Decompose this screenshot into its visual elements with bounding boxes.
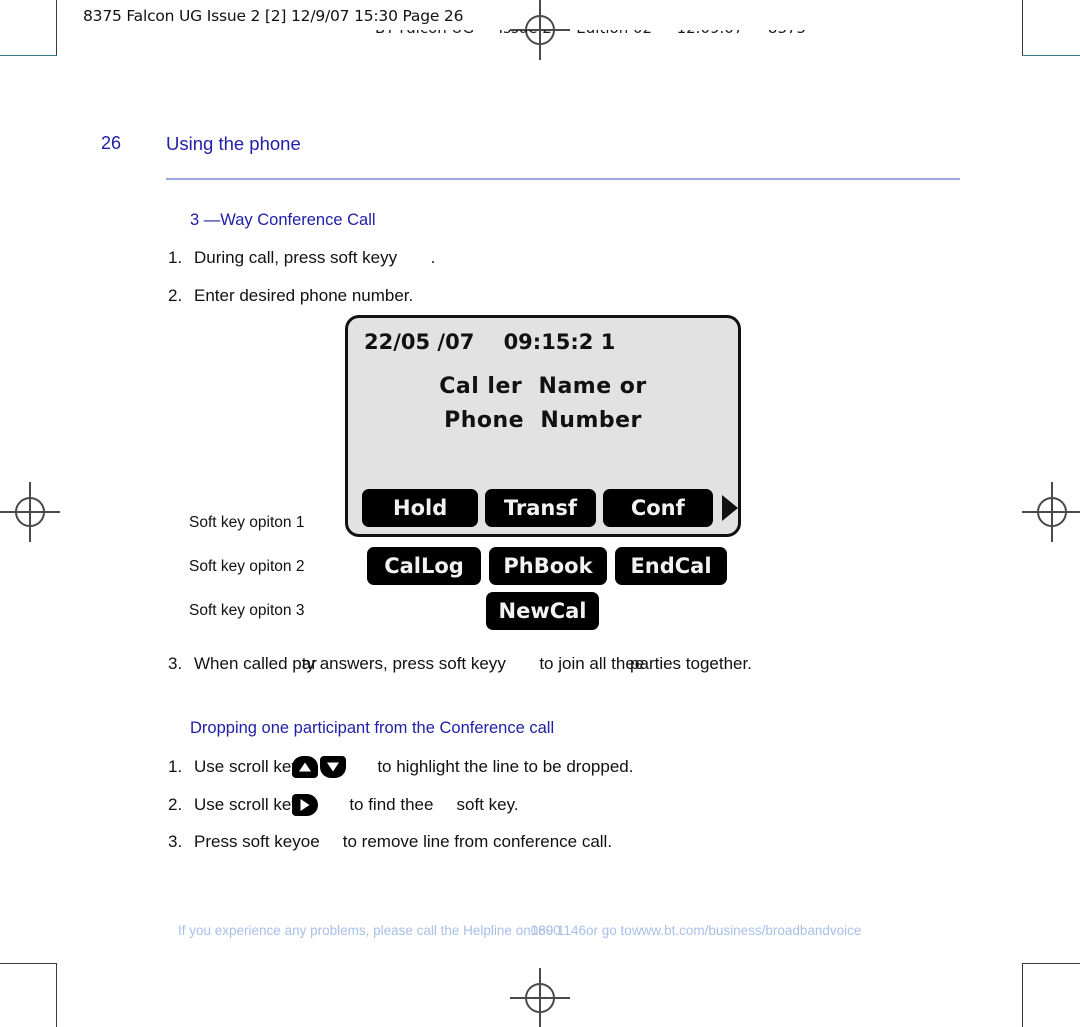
step-number: 1. (168, 248, 183, 267)
crop-mark-bottom-right-vertical (1022, 963, 1023, 1027)
softkey-endcal[interactable]: EndCal (615, 547, 727, 585)
phone-lcd-screen: 22/05 /07 09:15:2 1 Cal ler Name or Phon… (345, 315, 741, 537)
step-conference-2: 2. Enter desired phone number. (168, 286, 413, 306)
step-text-end: parties together. (625, 654, 752, 673)
softkey-phbook[interactable]: PhBook (489, 547, 607, 585)
running-head: Using the phone (166, 133, 301, 154)
page-number: 26 (101, 133, 122, 153)
step-conference-3: 3. When called party answers, press soft … (168, 654, 752, 673)
header-rule (166, 178, 960, 180)
softkey-option-3-label: Soft key opiton 3 (189, 602, 305, 619)
softkey-hold[interactable]: Hold (362, 489, 479, 527)
footer-text-1: If you experience any problems, please c… (178, 923, 531, 938)
step-text-after: to remove line from conference call. (342, 832, 613, 851)
step-text: When called p (194, 654, 302, 673)
step-number: 3. (168, 654, 183, 673)
lcd-datetime: 22/05 /07 09:15:2 1 (364, 330, 616, 354)
footer-text-2: or go to (586, 923, 632, 938)
crop-mark-top-left-horizontal (0, 55, 57, 56)
step-text-tail: to join all th (539, 654, 626, 673)
crop-mark-top-left-vertical (56, 0, 57, 56)
lcd-caller-line-2: Phone Number (444, 408, 642, 433)
step-conference-1: 1. During call, press soft keyy. (168, 248, 436, 267)
step-dropping-2: 2.Use scroll keyto find theesoft key. (168, 794, 519, 816)
crop-mark-bottom-left-vertical (56, 963, 57, 1027)
softkey-newcal[interactable]: NewCal (486, 592, 599, 630)
softkey-row-2: CalLog PhBook EndCal (367, 547, 735, 585)
section-title-conference: 3 —Way Conference Call (190, 211, 376, 229)
step-dropping-1: 1.Use scroll keyto highlight the line to… (168, 756, 633, 778)
step-number: 1. (168, 757, 183, 776)
softkey-option-2-label: Soft key opiton 2 (189, 558, 305, 575)
step-text-after: soft key. (456, 795, 519, 814)
scroll-up-key-icon[interactable] (292, 756, 319, 778)
step-number: 3. (168, 832, 183, 851)
step-text: Enter desired phone number. (194, 286, 414, 305)
registration-mark-right (1022, 482, 1080, 542)
footer-phone-number: 169 1146 (530, 923, 587, 938)
lcd-caller-line-1: Cal ler Name or (439, 374, 647, 399)
footer-website-link[interactable]: www.bt.com/business/broadbandvoice (632, 923, 862, 938)
scroll-down-key-icon[interactable] (320, 756, 347, 778)
step-text: Press soft key (194, 832, 301, 851)
softkey-transf[interactable]: Transf (485, 489, 596, 527)
crop-mark-bottom-left-horizontal (0, 963, 57, 964)
softkey-row-3: NewCal (486, 592, 599, 630)
section-title-dropping: Dropping one participant from the Confer… (190, 719, 555, 737)
lcd-softkey-bar: Hold Transf Conf (348, 488, 738, 528)
arrow-right-icon[interactable] (722, 495, 738, 521)
step-text: Use scroll ke (194, 795, 292, 814)
crop-mark-bottom-right-horizontal (1022, 963, 1080, 964)
footer-helpline: If you experience any problems, please c… (178, 923, 862, 938)
step-text-mid: to find th (349, 795, 415, 814)
printer-slug-left: 8375 Falcon UG Issue 2 [2] 12/9/07 15:30… (83, 7, 464, 25)
step-dropping-3: 3. Press soft keyoe to remove line from co… (168, 832, 613, 851)
step-text-after: answers, press soft key (314, 654, 498, 673)
step-number: 2. (168, 286, 183, 305)
registration-mark-bottom (510, 968, 570, 1027)
page-canvas: 8375 Falcon UG Issue 2 [2] 12/9/07 15:30… (0, 0, 1080, 1027)
softkey-option-1-label: Soft key opiton 1 (189, 514, 305, 531)
step-text: During call, press soft key (194, 248, 389, 267)
step-text-after: to highlight the line to be dropped. (377, 757, 634, 776)
step-text-mid: ty (301, 654, 315, 673)
softkey-callog[interactable]: CalLog (367, 547, 481, 585)
crop-mark-top-right-vertical (1022, 0, 1023, 56)
step-number: 2. (168, 795, 183, 814)
softkey-conf[interactable]: Conf (602, 489, 713, 527)
step-text: Use scroll ke (194, 757, 292, 776)
step-text-tail: . (430, 248, 436, 267)
registration-mark-left (0, 482, 60, 542)
scroll-right-key-icon[interactable] (292, 794, 319, 816)
crop-mark-top-right-horizontal (1022, 55, 1080, 56)
